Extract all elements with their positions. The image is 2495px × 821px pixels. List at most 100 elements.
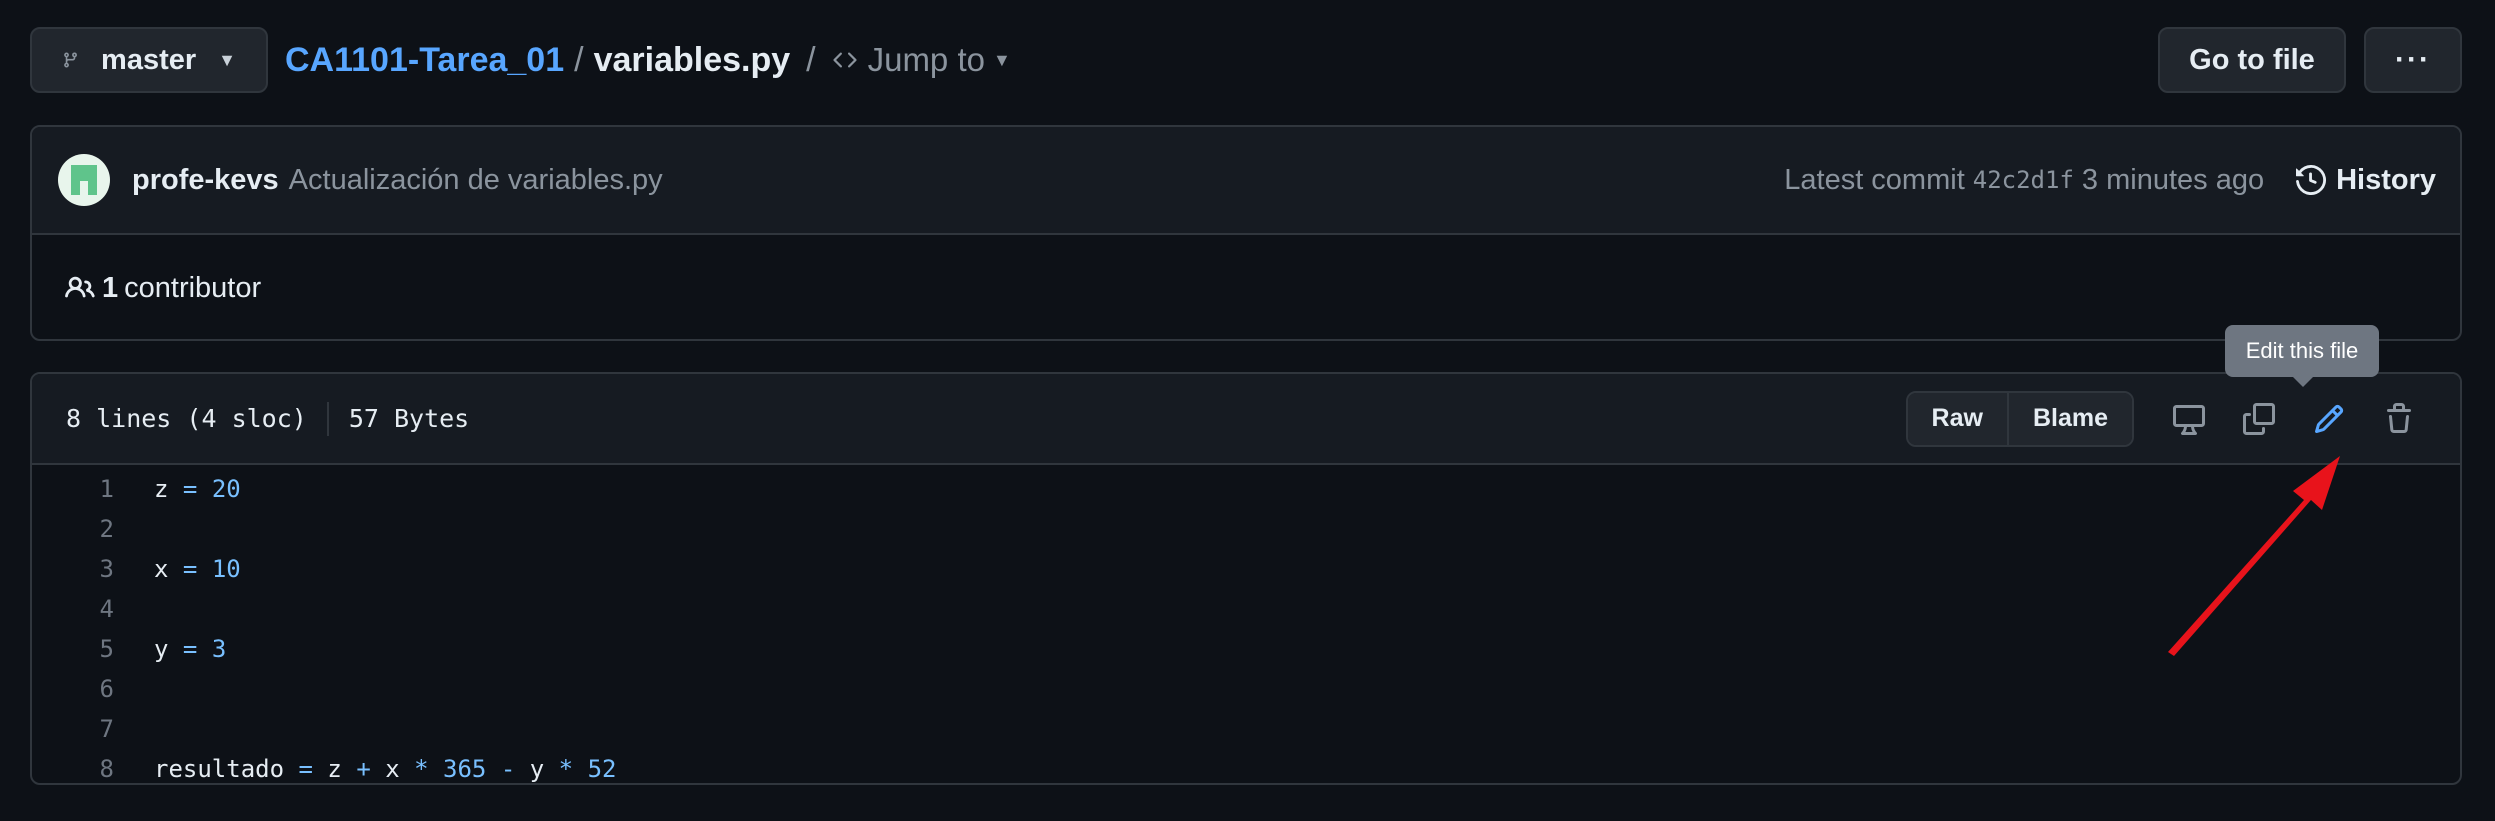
code-line: 2 <box>32 509 2460 549</box>
caret-down-icon: ▼ <box>992 49 1011 70</box>
code-token: 10 <box>211 555 241 583</box>
branch-name: master <box>101 43 197 76</box>
more-options-button[interactable]: ··· <box>2364 27 2462 93</box>
line-content: resultado = z + x * 365 - y * 52 <box>154 755 616 783</box>
line-number[interactable]: 5 <box>32 635 114 663</box>
breadcrumb-separator: / <box>574 40 584 79</box>
latest-commit-label: Latest commit <box>1784 163 1965 196</box>
code-token: * <box>558 755 574 783</box>
commit-info-box: profe-kevs Actualización de variables.py… <box>30 125 2462 341</box>
code-token: x <box>154 555 169 583</box>
line-number[interactable]: 2 <box>32 515 114 543</box>
code-token: x <box>370 755 415 783</box>
history-link[interactable]: History <box>2296 164 2436 197</box>
branch-selector[interactable]: master ▼ <box>30 27 268 93</box>
caret-down-icon: ▼ <box>218 49 236 70</box>
breadcrumb-separator: / <box>806 40 816 79</box>
edit-file-button[interactable] <box>2294 391 2364 447</box>
divider <box>326 401 329 436</box>
line-content: z = 20 <box>154 475 241 503</box>
code-line: 6 <box>32 669 2460 709</box>
pencil-icon <box>2314 404 2344 433</box>
raw-button[interactable]: Raw <box>1907 392 2007 445</box>
line-number[interactable]: 4 <box>32 595 114 623</box>
file-size: 57 Bytes <box>348 404 470 433</box>
code-token: resultado <box>154 755 285 783</box>
commit-time: 3 minutes ago <box>2081 163 2265 196</box>
jump-to-label: Jump to <box>867 41 985 78</box>
line-number[interactable]: 7 <box>32 715 114 743</box>
kebab-icon: ··· <box>2395 43 2431 76</box>
code-line: 7 <box>32 709 2460 749</box>
history-label: History <box>2336 163 2436 196</box>
code-token: z <box>312 755 357 783</box>
commit-author[interactable]: profe-kevs <box>132 164 279 197</box>
file-navigation: master ▼ CA1101-Tarea_01 / variables.py … <box>30 27 2462 93</box>
line-number[interactable]: 1 <box>32 475 114 503</box>
avatar[interactable] <box>58 154 110 206</box>
latest-commit-row: profe-kevs Actualización de variables.py… <box>32 127 2460 235</box>
code-line: 3 x = 10 <box>32 549 2460 589</box>
file-viewer: 8 lines (4 sloc) 57 Bytes Raw Blame 1 z =… <box>30 372 2462 785</box>
copy-icon <box>2243 402 2275 435</box>
breadcrumb: CA1101-Tarea_01 / variables.py / Jump to… <box>285 41 1011 80</box>
commit-meta: Latest commit 42c2d1f 3 minutes ago Hist… <box>1784 164 2436 197</box>
file-header: 8 lines (4 sloc) 57 Bytes Raw Blame <box>32 374 2460 465</box>
code-token: = <box>298 755 313 783</box>
code-line: 8 resultado = z + x * 365 - y * 52 <box>32 749 2460 783</box>
file-line-count: 8 lines (4 sloc) <box>66 404 307 433</box>
contributor-count: 1 <box>102 271 119 304</box>
commit-sha[interactable]: 42c2d1f <box>1973 166 2074 194</box>
line-content: y = 3 <box>154 635 226 663</box>
code-token: + <box>356 755 371 783</box>
code-content: 1 z = 20 2 3 x = 10 4 5 y = 3 6 7 8 resultado = z +… <box>32 465 2460 783</box>
history-icon <box>2296 165 2327 195</box>
display-source-button[interactable] <box>2154 391 2224 447</box>
code-icon <box>832 52 857 68</box>
code-token: 365 <box>443 755 487 783</box>
delete-file-button[interactable] <box>2364 391 2434 447</box>
desktop-icon <box>2173 404 2205 435</box>
edit-file-tooltip: Edit this file <box>2225 325 2379 387</box>
code-token: y <box>515 755 559 783</box>
line-number[interactable]: 8 <box>32 755 114 783</box>
code-line: 4 <box>32 589 2460 629</box>
go-to-file-button[interactable]: Go to file <box>2158 27 2346 93</box>
code-token: = <box>182 475 198 503</box>
code-token: 52 <box>587 755 617 783</box>
blame-button[interactable]: Blame <box>2006 392 2132 445</box>
commit-message[interactable]: Actualización de variables.py <box>289 164 663 197</box>
code-token: z <box>154 475 169 503</box>
code-token: 3 <box>211 635 227 663</box>
trash-icon <box>2387 402 2411 433</box>
people-icon <box>65 276 95 298</box>
line-number[interactable]: 6 <box>32 675 114 703</box>
raw-blame-group: Raw Blame <box>1905 390 2134 447</box>
code-line: 5 y = 3 <box>32 629 2460 669</box>
code-token: = <box>182 635 198 663</box>
copy-raw-button[interactable] <box>2224 391 2294 447</box>
code-line: 1 z = 20 <box>32 469 2460 509</box>
line-number[interactable]: 3 <box>32 555 114 583</box>
breadcrumb-repo-link[interactable]: CA1101-Tarea_01 <box>285 41 564 80</box>
contributors-row[interactable]: 1 contributor <box>32 235 2460 339</box>
jump-to-menu[interactable]: Jump to ▼ <box>830 41 1011 79</box>
code-token: - <box>500 755 516 783</box>
breadcrumb-file-name: variables.py <box>593 40 791 79</box>
line-content: x = 10 <box>154 555 241 583</box>
code-token: = <box>182 555 198 583</box>
code-token: 20 <box>211 475 241 503</box>
contributor-label: contributor <box>124 271 262 304</box>
code-token: * <box>414 755 429 783</box>
git-branch-icon <box>64 52 77 68</box>
